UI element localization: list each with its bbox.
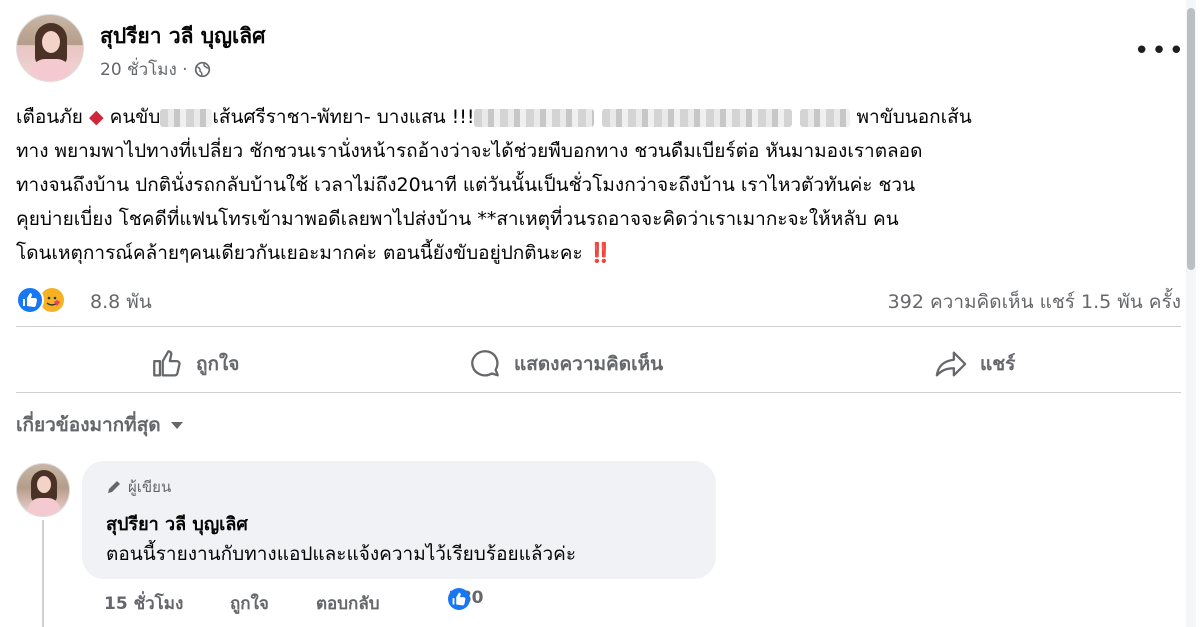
pen-icon xyxy=(108,481,120,493)
post-time[interactable]: 20 ชั่วโมง · xyxy=(100,56,188,83)
comment-button[interactable]: แสดงความคิดเห็น xyxy=(468,346,663,382)
like-reaction-icon xyxy=(16,286,44,314)
post-meta: 20 ชั่วโมง · xyxy=(100,56,211,83)
reaction-icons[interactable] xyxy=(16,286,80,314)
reaction-count[interactable]: 8.8 พัน xyxy=(90,287,152,317)
caret-down-icon xyxy=(170,422,183,429)
blurred-text xyxy=(474,108,595,127)
comment-author-avatar[interactable] xyxy=(16,463,70,517)
comments-shares-count[interactable]: 392 ความคิดเห็น แชร์ 1.5 พัน ครั้ง xyxy=(888,287,1181,317)
thread-line xyxy=(42,520,44,627)
divider xyxy=(16,326,1181,327)
like-reaction-icon xyxy=(448,588,470,610)
post-line-4: คุยบ่ายเบี่ยง โชคดีที่แฟนโทรเข้ามาพอดีเล… xyxy=(16,208,899,230)
post-line-1: เตือนภัย ◆ คนขับ เส้นศรีราชา-พัทยา- บางแส… xyxy=(16,106,972,128)
post-header: สุปรียา วลี บุญเลิศ 20 ชั่วโมง · ••• xyxy=(16,14,1186,84)
comment-sort-dropdown[interactable]: เกี่ยวข้องมากที่สุด xyxy=(16,410,185,440)
warning-bag-icon: ◆ xyxy=(88,106,104,128)
post-author-name[interactable]: สุปรียา วลี บุญเลิศ xyxy=(100,20,265,53)
more-options-icon[interactable]: ••• xyxy=(1134,38,1186,64)
post-line-5: โดนเหตุการณ์คล้ายๆคนเดียวกันเยอะมากค่ะ ต… xyxy=(16,242,613,264)
author-avatar[interactable] xyxy=(16,14,84,82)
author-badge: ผู้เขียน xyxy=(106,475,171,499)
blurred-text xyxy=(160,108,213,127)
comment-author-name[interactable]: สุปรียา วลี บุญเลิศ xyxy=(106,509,248,538)
post-stats: 8.8 พัน 392 ความคิดเห็น แชร์ 1.5 พัน ครั… xyxy=(16,283,1181,317)
post-body: เตือนภัย ◆ คนขับ เส้นศรีราชา-พัทยา- บางแส… xyxy=(16,100,1181,270)
comment-icon xyxy=(471,350,499,377)
comment-bubble: ผู้เขียน สุปรียา วลี บุญเลิศ ตอนนี้รายงา… xyxy=(82,461,716,579)
post-actions: ถูกใจ แสดงความคิดเห็น แชร์ xyxy=(16,336,1181,392)
comment-time[interactable]: 15 ชั่วโมง xyxy=(104,590,183,617)
comment-like-button[interactable]: ถูกใจ xyxy=(230,590,269,617)
double-exclamation-icon: ‼️ xyxy=(588,242,613,264)
like-button[interactable]: ถูกใจ xyxy=(150,346,239,382)
share-icon xyxy=(935,351,967,377)
post-line-3: ทางจนถึงบ้าน ปกตินั่งรถกลับบ้านใช้ เวลาไ… xyxy=(16,174,916,196)
thumbs-up-icon xyxy=(153,350,181,377)
scrollbar-thumb[interactable] xyxy=(1187,8,1195,270)
post-line-2: ทาง พยามพาไปทางที่เปลี่ยว ชักชวนเรานั่งห… xyxy=(16,140,923,162)
divider xyxy=(16,392,1181,393)
comment-text: ตอนนี้รายงานกับทางแอปและแจ้งความไว้เรียบ… xyxy=(106,543,577,565)
blurred-text xyxy=(602,108,793,127)
comment-reply-button[interactable]: ตอบกลับ xyxy=(316,590,380,617)
globe-icon xyxy=(194,61,210,78)
blurred-text xyxy=(800,108,851,127)
share-button[interactable]: แชร์ xyxy=(934,346,1015,382)
